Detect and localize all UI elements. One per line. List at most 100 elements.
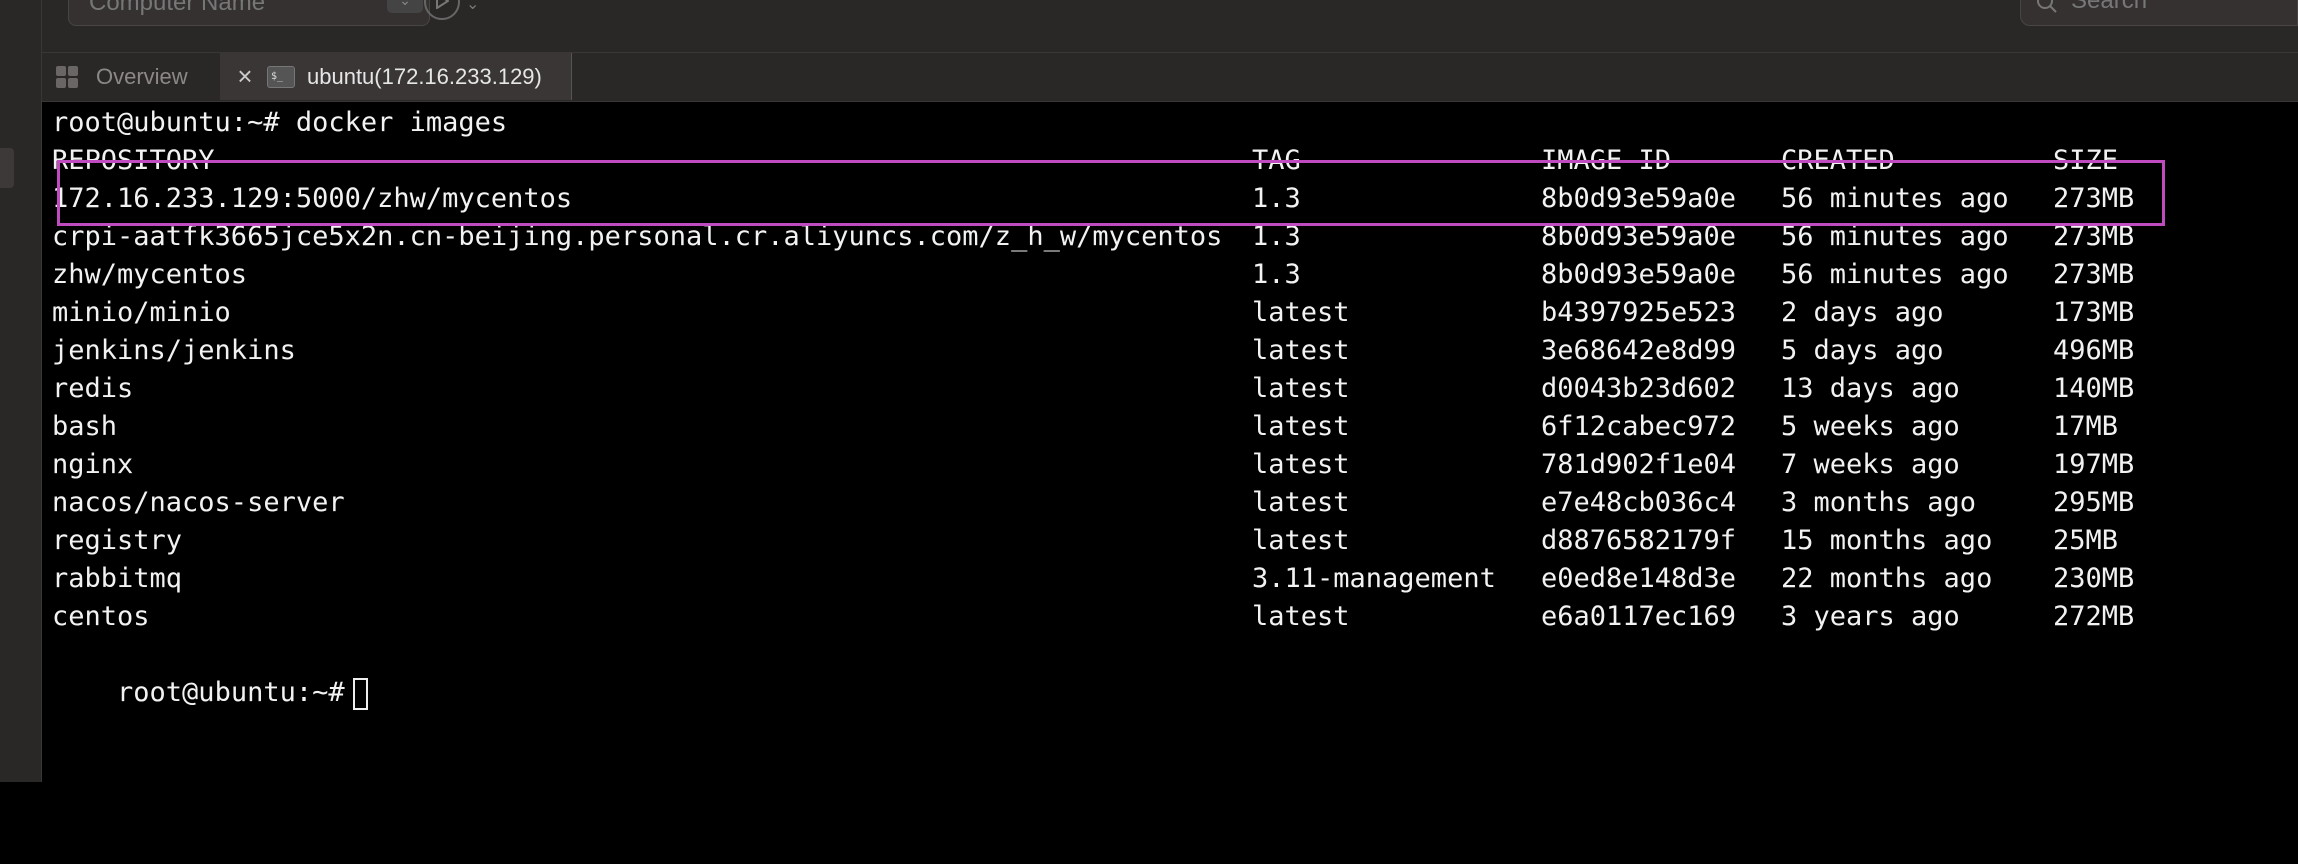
cell-created: 56 minutes ago [1781,183,2009,214]
cell-size: 17MB [2053,411,2119,442]
cell-image-id: d0043b23d602 [1541,373,1737,404]
cell-repository: bash [52,411,118,442]
cell-created: 13 days ago [1781,373,1960,404]
sidebar-collapse-handle[interactable] [0,148,14,188]
cell-repository: redis [52,373,134,404]
cell-repository: nacos/nacos-server [52,487,345,518]
cell-image-id: 3e68642e8d99 [1541,335,1737,366]
search-input[interactable]: Search [2020,0,2298,26]
cell-size: 273MB [2053,259,2135,290]
table-row: crpi-aatfk3665jce5x2n.cn-beijing.persona… [52,218,2134,256]
table-row: redis latest d0043b23d602 13 days ago 14… [52,370,2134,408]
cell-image-id: e7e48cb036c4 [1541,487,1737,518]
tab-overview-label: Overview [96,63,188,89]
table-header-row: REPOSITORY TAG IMAGE ID CREATED SIZE [52,142,2118,180]
cell-repository: rabbitmq [52,563,183,594]
cell-created: 5 weeks ago [1781,411,1960,442]
cell-tag: 1.3 [1252,183,1301,214]
cell-tag: 3.11-management [1252,563,1496,594]
text-cursor [352,677,368,710]
cell-created: 22 months ago [1781,563,1993,594]
cell-repository: minio/minio [52,297,231,328]
cell-tag: latest [1252,297,1350,328]
cell-tag: latest [1252,601,1350,632]
cell-size: 25MB [2053,525,2119,556]
cell-created: 15 months ago [1781,525,1993,556]
cell-size: 140MB [2053,373,2135,404]
header-size: SIZE [2053,145,2119,176]
cell-repository: registry [52,525,183,556]
cell-size: 272MB [2053,601,2135,632]
cell-repository: nginx [52,449,134,480]
header-created: CREATED [1781,145,1895,176]
cell-tag: 1.3 [1252,259,1301,290]
cell-image-id: 8b0d93e59a0e [1541,221,1737,252]
table-row: jenkins/jenkins latest 3e68642e8d99 5 da… [52,332,2134,370]
command-line: root@ubuntu:~# docker images [52,107,508,138]
grid-icon [56,65,78,88]
cell-tag: latest [1252,487,1350,518]
cell-repository: crpi-aatfk3665jce5x2n.cn-beijing.persona… [52,221,1223,252]
cell-repository: centos [52,601,150,632]
table-row: centos latest e6a0117ec169 3 years ago 2… [52,598,2134,636]
table-row: bash latest 6f12cabec972 5 weeks ago 17M… [52,408,2118,446]
cell-created: 3 months ago [1781,487,1977,518]
cell-created: 5 days ago [1781,335,1944,366]
table-row: minio/minio latest b4397925e523 2 days a… [52,294,2134,332]
table-row: zhw/mycentos 1.3 8b0d93e59a0e 56 minutes… [52,256,2134,294]
header-repository: REPOSITORY [52,145,215,176]
cell-size: 173MB [2053,297,2135,328]
cell-repository: jenkins/jenkins [52,335,296,366]
cell-size: 295MB [2053,487,2135,518]
cell-image-id: 6f12cabec972 [1541,411,1737,442]
cell-image-id: e0ed8e148d3e [1541,563,1737,594]
cell-image-id: b4397925e523 [1541,297,1737,328]
close-icon[interactable]: × [235,61,255,92]
terminal-output[interactable]: root@ubuntu:~# docker images REPOSITORY … [52,104,2292,782]
table-row: rabbitmq 3.11-management e0ed8e148d3e 22… [52,560,2134,598]
table-row: registry latest d8876582179f 15 months a… [52,522,2118,560]
tab-ubuntu-session[interactable]: × $_ ubuntu(172.16.233.129) [221,53,572,100]
terminal-icon: $_ [267,65,295,88]
cell-size: 273MB [2053,221,2135,252]
table-row: nacos/nacos-server latest e7e48cb036c4 3… [52,484,2134,522]
cell-image-id: e6a0117ec169 [1541,601,1737,632]
computer-name-select[interactable]: Computer Name ⌄ [68,0,430,26]
cell-created: 7 weeks ago [1781,449,1960,480]
computer-name-placeholder: Computer Name [89,0,266,16]
tab-bar: Overview × $_ ubuntu(172.16.233.129) [42,53,2298,102]
cell-repository: zhw/mycentos [52,259,248,290]
tab-overview[interactable]: Overview [42,53,221,100]
cell-created: 56 minutes ago [1781,221,2009,252]
cell-created: 2 days ago [1781,297,1944,328]
cell-image-id: d8876582179f [1541,525,1737,556]
top-toolbar: Computer Name ⌄ ⌄ Search [42,0,2298,53]
cell-image-id: 781d902f1e04 [1541,449,1737,480]
tab-ubuntu-label: ubuntu(172.16.233.129) [307,63,542,89]
cell-tag: latest [1252,411,1350,442]
cell-tag: latest [1252,449,1350,480]
play-menu-caret-icon[interactable]: ⌄ [466,0,479,14]
cell-tag: 1.3 [1252,221,1301,252]
header-tag: TAG [1252,145,1301,176]
cell-size: 496MB [2053,335,2135,366]
cell-size: 230MB [2053,563,2135,594]
cell-tag: latest [1252,525,1350,556]
cell-size: 273MB [2053,183,2135,214]
header-image-id: IMAGE ID [1541,145,1672,176]
cell-repository: 172.16.233.129:5000/zhw/mycentos [52,183,573,214]
prompt-line[interactable]: root@ubuntu:~# [52,636,368,710]
cell-image-id: 8b0d93e59a0e [1541,259,1737,290]
cell-image-id: 8b0d93e59a0e [1541,183,1737,214]
prompt-text: root@ubuntu:~# [117,677,345,708]
chevron-down-icon[interactable]: ⌄ [387,0,423,13]
search-icon [2037,0,2057,13]
left-sidebar-strip [0,0,42,782]
table-row: 172.16.233.129:5000/zhw/mycentos 1.3 8b0… [52,180,2134,218]
search-placeholder: Search [2071,0,2148,14]
cell-created: 3 years ago [1781,601,1960,632]
cell-created: 56 minutes ago [1781,259,2009,290]
cell-tag: latest [1252,373,1350,404]
table-row: nginx latest 781d902f1e04 7 weeks ago 19… [52,446,2134,484]
cell-tag: latest [1252,335,1350,366]
